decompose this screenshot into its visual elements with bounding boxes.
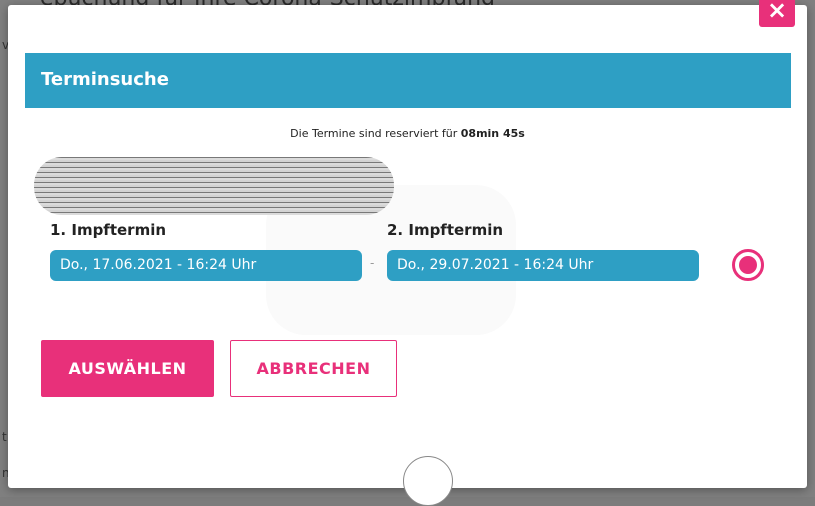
- first-appointment-date: Do., 17.06.2021 - 16:24 Uhr: [50, 250, 362, 281]
- background-edge-text: t: [2, 430, 7, 444]
- loading-circle: [403, 456, 453, 506]
- appointment-select-radio[interactable]: [732, 249, 764, 281]
- reservation-timer-text: Die Termine sind reserviert für 08min 45…: [0, 127, 815, 140]
- reservation-time: 08min 45s: [460, 127, 525, 140]
- radio-selected-dot: [739, 256, 757, 274]
- modal-title: Terminsuche: [41, 69, 169, 90]
- select-button[interactable]: AUSWÄHLEN: [41, 340, 214, 397]
- reservation-prefix: Die Termine sind reserviert für: [290, 127, 458, 140]
- appointment-separator: -: [370, 256, 375, 270]
- cancel-button[interactable]: ABBRECHEN: [230, 340, 397, 397]
- second-appointment-label: 2. Impftermin: [387, 221, 504, 239]
- redacted-location-area: [34, 157, 394, 215]
- close-button[interactable]: ×: [759, 0, 795, 27]
- second-appointment-date: Do., 29.07.2021 - 16:24 Uhr: [387, 250, 699, 281]
- modal-header: Terminsuche: [25, 53, 791, 108]
- appointment-modal: × Terminsuche 1. Impftermin Do., 17.06.2…: [8, 0, 807, 488]
- first-appointment-label: 1. Impftermin: [50, 221, 167, 239]
- close-icon: ×: [766, 0, 788, 24]
